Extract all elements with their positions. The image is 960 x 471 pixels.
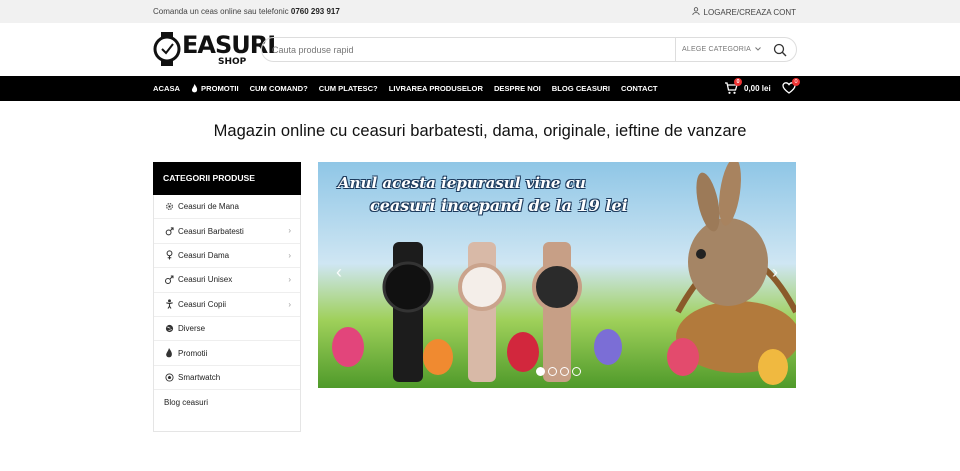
nav-item-promotii[interactable]: PROMOTII <box>191 84 239 93</box>
chevron-down-icon <box>755 46 761 53</box>
chevron-right-icon: › <box>288 299 291 309</box>
nav-label: LIVRAREA PRODUSELOR <box>388 84 483 93</box>
sidebar-item-label: Ceasuri Dama <box>178 250 230 260</box>
phone-text: Comanda un ceas online sau telefonic <box>153 7 289 16</box>
sidebar-item-label: Diverse <box>178 324 206 334</box>
next-slide-icon[interactable]: › <box>772 262 778 283</box>
phone-number[interactable]: 0760 293 917 <box>291 7 340 16</box>
logo-sub: SHOP <box>218 57 247 67</box>
flame-icon <box>191 84 198 93</box>
sidebar-item-label: Smartwatch <box>178 372 221 382</box>
prev-slide-icon[interactable]: ‹ <box>336 262 342 283</box>
nav-item-acasa[interactable]: ACASA <box>153 84 180 93</box>
wishlist-count-badge: 0 <box>792 78 800 86</box>
watch-logo-icon <box>153 32 181 66</box>
cart-total: 0,00 lei <box>744 83 771 93</box>
nav-item-livrarea[interactable]: LIVRAREA PRODUSELOR <box>389 84 483 93</box>
gear-icon <box>164 202 174 212</box>
slider-dot[interactable] <box>536 367 545 376</box>
cart-count-badge: 0 <box>734 78 742 86</box>
sidebar-item-smartwatch[interactable]: Smartwatch <box>154 366 300 391</box>
phone-info: Comanda un ceas online sau telefonic 076… <box>153 7 340 16</box>
search-bar: ALEGE CATEGORIA <box>261 37 797 62</box>
slider-dots <box>536 367 581 376</box>
login-label: LOGARE/CREAZA CONT <box>703 7 796 17</box>
search-icon <box>773 43 787 57</box>
ball-icon <box>164 372 174 382</box>
sidebar-item-label: Promotii <box>178 348 208 358</box>
sidebar-item-label: Blog ceasuri <box>164 397 209 407</box>
login-link[interactable]: LOGARE/CREAZA CONT <box>691 7 796 17</box>
nav-item-contact[interactable]: CONTACT <box>621 84 658 93</box>
sidebar-item-label: Ceasuri de Mana <box>178 202 239 212</box>
sidebar-item-promotii[interactable]: Promotii <box>154 341 300 366</box>
sidebar-item-label: Ceasuri Unisex <box>178 275 233 285</box>
chevron-right-icon: › <box>288 275 291 285</box>
sidebar-item-ceasuri-dama[interactable]: Ceasuri Dama › <box>154 244 300 269</box>
nav-label: ACASA <box>153 84 181 93</box>
nav-item-cum-platesc[interactable]: CUM PLATESC? <box>319 84 378 93</box>
sidebar-item-label: Ceasuri Copii <box>178 299 227 309</box>
user-icon <box>691 7 700 17</box>
site-logo[interactable]: EASURI SHOP <box>152 30 276 70</box>
cart-button[interactable]: 0 0,00 lei <box>724 78 771 95</box>
search-button[interactable] <box>772 42 788 58</box>
unisex-icon <box>164 275 174 285</box>
main-nav: ACASA PROMOTII CUM COMAND? CUM PLATESC? … <box>0 76 960 101</box>
nav-label: BLOG CEASURI <box>551 84 611 93</box>
nav-label: CUM PLATESC? <box>318 84 378 93</box>
sidebar-item-ceasuri-unisex[interactable]: Ceasuri Unisex › <box>154 268 300 293</box>
slider-dot[interactable] <box>560 367 569 376</box>
sidebar-item-ceasuri-de-mana[interactable]: Ceasuri de Mana <box>154 195 300 220</box>
chevron-right-icon: › <box>288 226 291 236</box>
female-icon <box>164 250 174 260</box>
category-select[interactable]: ALEGE CATEGORIA <box>675 38 767 61</box>
nav-label: CONTACT <box>621 84 658 93</box>
sidebar-item-ceasuri-barbatesti[interactable]: Ceasuri Barbatesti › <box>154 219 300 244</box>
banner-line-2: ceasuri incepand de la 19 lei <box>370 196 628 215</box>
nav-item-cum-comand[interactable]: CUM COMAND? <box>250 84 308 93</box>
banner-line-1: Anul acesta iepurasul vine cu <box>338 174 586 192</box>
category-sidebar: CATEGORII PRODUSE Ceasuri de Mana Ceasur… <box>153 162 301 432</box>
chevron-right-icon: › <box>288 250 291 260</box>
child-icon <box>164 299 174 310</box>
nav-item-despre-noi[interactable]: DESPRE NOI <box>494 84 541 93</box>
nav-item-blog[interactable]: BLOG CEASURI <box>552 84 610 93</box>
slider-dot[interactable] <box>548 367 557 376</box>
nav-label: CUM COMAND? <box>249 84 308 93</box>
category-label: ALEGE CATEGORIA <box>682 46 751 53</box>
sidebar-item-label: Ceasuri Barbatesti <box>178 226 244 236</box>
slider-dot[interactable] <box>572 367 581 376</box>
page-title: Magazin online cu ceasuri barbatesti, da… <box>213 122 747 140</box>
sidebar-title: CATEGORII PRODUSE <box>153 162 301 195</box>
nav-label: DESPRE NOI <box>493 84 541 93</box>
sidebar-item-ceasuri-copii[interactable]: Ceasuri Copii › <box>154 293 300 317</box>
sidebar-item-blog-ceasuri[interactable]: Blog ceasuri <box>154 390 300 414</box>
globe-icon <box>164 324 174 334</box>
hero-slider[interactable]: Anul acesta iepurasul vine cu ceasuri in… <box>318 162 796 388</box>
male-icon <box>164 226 174 236</box>
nav-label: PROMOTII <box>201 84 239 93</box>
search-input[interactable] <box>272 42 662 58</box>
top-bar: Comanda un ceas online sau telefonic 076… <box>0 0 960 23</box>
flame-icon <box>164 348 174 358</box>
wishlist-button[interactable]: 0 <box>782 78 800 95</box>
sidebar-item-diverse[interactable]: Diverse <box>154 317 300 342</box>
